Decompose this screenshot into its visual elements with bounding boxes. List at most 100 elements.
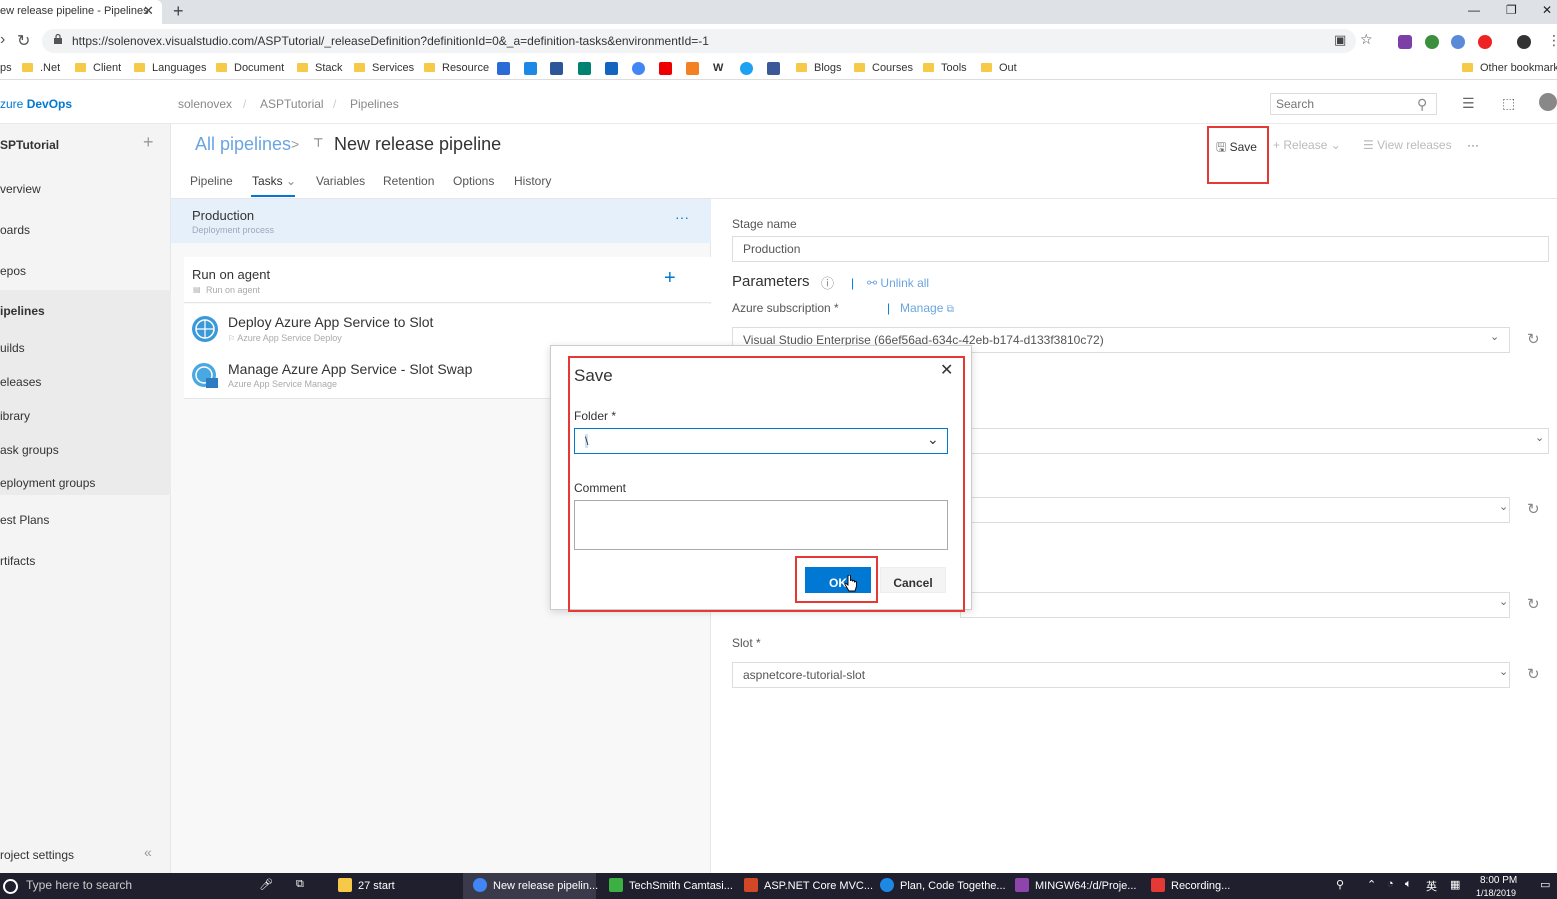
close-icon[interactable]: ✕ [940,360,953,380]
chevron-down-icon[interactable]: ⌄ [1499,595,1508,608]
nav-project-settings[interactable]: roject settings [0,848,74,862]
manage-link[interactable]: Manage ⧉ [900,301,954,315]
avatar[interactable] [1539,93,1557,111]
cast-icon[interactable]: ▣ [1334,32,1346,48]
twitter-icon[interactable] [740,62,753,75]
app-service-name-select[interactable] [960,497,1510,523]
nav-overview[interactable]: verview [0,182,41,196]
bookmark-out[interactable]: Out [981,62,1017,74]
cancel-button[interactable]: Cancel [880,567,946,593]
comment-input[interactable] [574,500,948,550]
bing-icon[interactable] [578,62,591,75]
profile-icon[interactable] [1517,35,1531,49]
facebook-icon[interactable] [767,62,780,75]
refresh-icon[interactable]: ↻ [1527,330,1540,348]
tab-history[interactable]: History [514,174,551,188]
chevron-down-icon[interactable]: ⌄ [927,431,939,448]
brand-logo[interactable]: zure DevOps [0,97,72,111]
bookmark-icon-2[interactable] [550,62,563,75]
omnibox[interactable]: https://solenovex.visualstudio.com/ASPTu… [42,29,1373,53]
taskbar-git-bash[interactable]: MINGW64:/d/Proje... [1015,878,1136,892]
refresh-icon[interactable]: ↻ [1527,665,1540,683]
taskbar-recording[interactable]: Recording... [1151,878,1230,892]
nav-releases[interactable]: eleases [0,375,41,389]
taskbar-edge[interactable]: Plan, Code Togethe... [880,878,1006,892]
volume-icon[interactable]: 🔈︎ [1405,878,1412,891]
resource-group-select[interactable] [960,592,1510,618]
keyboard-icon[interactable]: ▦ [1450,878,1460,891]
menu-icon[interactable]: ⋮ [1547,32,1557,49]
breadcrumb-org[interactable]: solenovex [178,97,232,111]
ime-indicator[interactable]: 英 [1426,878,1437,894]
all-pipelines-link[interactable]: All pipelines [195,134,291,155]
app-type-select[interactable] [960,428,1549,454]
tab-tasks[interactable]: Tasks ⌄ [252,174,296,188]
other-bookmarks[interactable]: Other bookmarks [1462,62,1557,74]
bookmark-blogs[interactable]: Blogs [796,62,842,74]
taskbar-camtasia[interactable]: TechSmith Camtasi... [609,878,733,892]
taskbar-search[interactable]: Type here to search [26,878,132,892]
extension-icon-2[interactable] [1451,35,1465,49]
stackoverflow-icon[interactable] [686,62,699,75]
search-icon[interactable]: ⚲ [1417,96,1427,113]
microphone-icon[interactable]: 🎤︎ [259,878,273,891]
back-icon[interactable]: › [0,31,5,49]
clock-time[interactable]: 8:00 PM [1480,875,1517,886]
nav-library[interactable]: ibrary [0,409,30,423]
bookmark-services[interactable]: Services [354,62,414,74]
bookmark-languages[interactable]: Languages [134,62,206,74]
project-name[interactable]: SPTutorial [0,138,59,152]
info-icon[interactable]: ⓘ [821,273,834,292]
tab-options[interactable]: Options [453,174,494,188]
cortana-icon[interactable] [3,879,18,894]
extension-icon[interactable] [1425,35,1439,49]
stage-row[interactable]: Production Deployment process ··· [171,199,711,243]
chevron-down-icon[interactable]: ⌄ [1535,431,1544,444]
bookmark-resource[interactable]: Resource [424,62,489,74]
close-icon[interactable]: ✕ [143,3,154,19]
slot-select[interactable]: aspnetcore-tutorial-slot [732,662,1510,688]
onenote-icon[interactable] [1398,35,1412,49]
taskbar-chrome[interactable]: New release pipelin... [473,878,598,892]
bookmark-net[interactable]: .Net [22,62,60,74]
agent-job-row[interactable]: Run on agent ▤ Run on agent + [184,257,711,303]
nav-artifacts[interactable]: rtifacts [0,554,35,568]
star-icon[interactable]: ☆ [1360,31,1373,48]
azure-icon[interactable] [605,62,618,75]
nav-test-plans[interactable]: est Plans [0,513,49,527]
chevron-down-icon[interactable]: ⌄ [1499,500,1508,513]
bookmark-client[interactable]: Client [75,62,121,74]
tab-retention[interactable]: Retention [383,174,434,188]
window-close-icon[interactable]: ✕ [1542,3,1552,17]
nav-boards[interactable]: oards [0,223,30,237]
nav-pipelines[interactable]: ipelines [0,304,45,318]
add-icon[interactable]: + [143,132,154,153]
notifications-icon[interactable]: ▭ [1540,878,1550,891]
new-tab-icon[interactable]: + [173,1,184,22]
chevron-down-icon[interactable]: ⌄ [1490,330,1499,343]
nav-builds[interactable]: uilds [0,341,25,355]
opera-icon[interactable] [1478,35,1492,49]
view-releases-button[interactable]: ☰ View releases [1363,138,1452,152]
breadcrumb-pipelines[interactable]: Pipelines [350,97,399,111]
browser-tab[interactable]: ew release pipeline - Pipelines ✕ [0,0,162,24]
minimize-icon[interactable]: — [1468,3,1480,17]
restore-icon[interactable]: ❐ [1506,3,1517,17]
bookmark-partial[interactable]: ps [0,62,12,74]
add-task-icon[interactable]: + [664,267,676,290]
reload-icon[interactable]: ↻ [17,31,30,51]
tab-pipeline[interactable]: Pipeline [190,174,233,188]
page-title[interactable]: New release pipeline [334,134,501,155]
nav-task-groups[interactable]: ask groups [0,443,59,457]
google-icon[interactable] [632,62,645,75]
clock-date[interactable]: 1/18/2019 [1476,888,1516,898]
tab-variables[interactable]: Variables [316,174,365,188]
bookmark-tools[interactable]: Tools [923,62,967,74]
list-icon[interactable]: ☰ [1462,95,1475,112]
nav-repos[interactable]: epos [0,264,26,278]
taskbar-powerpoint[interactable]: ASP.NET Core MVC... [744,878,873,892]
bookmark-stack[interactable]: Stack [297,62,343,74]
refresh-icon[interactable]: ↻ [1527,595,1540,613]
bookmark-courses[interactable]: Courses [854,62,913,74]
people-icon[interactable]: ⚲ [1336,878,1344,891]
